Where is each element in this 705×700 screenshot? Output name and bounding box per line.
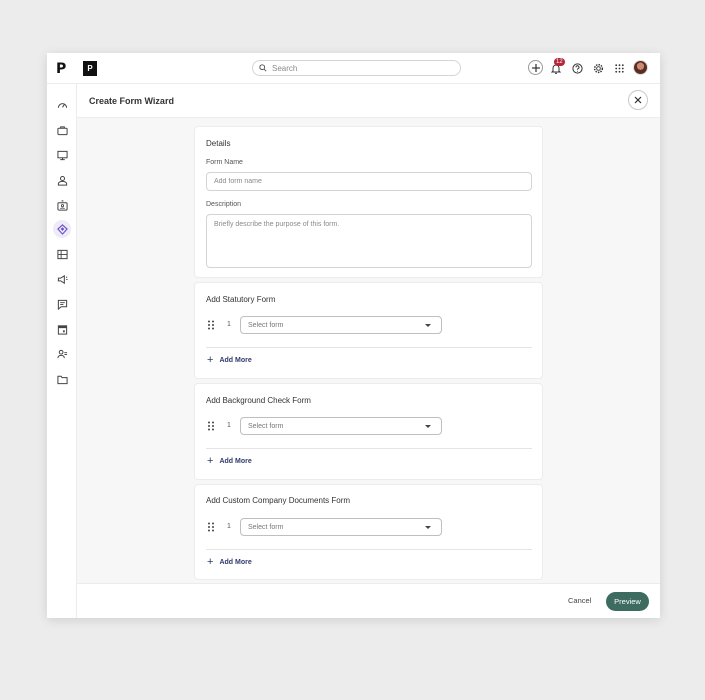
drag-handle-icon[interactable] <box>207 320 215 330</box>
plus-icon: + <box>207 556 214 568</box>
gear-icon <box>593 63 603 73</box>
app-window: P P 12 <box>47 53 660 618</box>
apps-button[interactable] <box>612 61 626 75</box>
sidebar-item-messages[interactable] <box>53 295 71 313</box>
divider <box>206 448 532 449</box>
dashboard-icon <box>57 102 67 108</box>
select-placeholder: Select form <box>248 422 284 430</box>
forms-icon <box>56 223 68 235</box>
description-input[interactable] <box>206 214 532 268</box>
select-placeholder: Select form <box>248 321 284 329</box>
page-header: Create Form Wizard <box>77 84 660 118</box>
divider <box>206 549 532 550</box>
id-badge-icon <box>56 199 68 211</box>
select-placeholder: Select form <box>248 523 284 531</box>
drag-handle-icon[interactable] <box>207 421 215 431</box>
sidebar-item-folder[interactable] <box>53 370 71 388</box>
form-name-input[interactable] <box>206 172 532 191</box>
add-more-button[interactable]: + Add More <box>207 354 252 366</box>
select-form-dropdown[interactable]: Select form <box>240 417 442 435</box>
search-icon <box>259 64 267 72</box>
page-title: Create Form Wizard <box>89 96 174 106</box>
add-button[interactable] <box>528 60 543 75</box>
sidebar-item-people[interactable] <box>53 171 71 189</box>
settings-button[interactable] <box>591 61 605 75</box>
select-form-dropdown[interactable]: Select form <box>240 316 442 334</box>
help-icon <box>571 62 583 74</box>
team-icon <box>56 349 67 358</box>
description-label: Description <box>206 201 242 208</box>
form-name-label: Form Name <box>206 159 243 166</box>
close-icon <box>634 96 642 104</box>
plus-icon <box>531 63 540 72</box>
grid-icon <box>614 63 624 73</box>
plus-icon: + <box>207 354 214 366</box>
footer-bar: Cancel Preview <box>77 583 660 618</box>
section-title: Add Statutory Form <box>206 295 276 304</box>
section-title: Add Background Check Form <box>206 396 311 405</box>
row-number: 1 <box>227 321 231 328</box>
sidebar-item-screen[interactable] <box>53 146 71 164</box>
divider <box>206 347 532 348</box>
row-number: 1 <box>227 422 231 429</box>
user-avatar[interactable] <box>633 60 648 75</box>
section-title: Add Custom Company Documents Form <box>206 496 351 505</box>
sidebar-item-dashboard[interactable] <box>53 96 71 114</box>
chevron-down-icon <box>425 324 431 327</box>
add-more-label: Add More <box>219 457 252 465</box>
custom-company-documents-card: Add Custom Company Documents Form 1 Sele… <box>194 484 543 580</box>
sidebar-item-table[interactable] <box>53 245 71 263</box>
cancel-button[interactable]: Cancel <box>568 596 591 605</box>
table-icon <box>56 249 68 259</box>
app-logo[interactable]: P <box>56 61 66 77</box>
calendar-icon <box>57 324 67 335</box>
person-icon <box>57 175 67 186</box>
drag-handle-icon[interactable] <box>207 522 215 532</box>
company-logo[interactable]: P <box>83 61 97 76</box>
sidebar-item-calendar[interactable] <box>53 320 71 338</box>
row-number: 1 <box>227 523 231 530</box>
notification-badge: 12 <box>554 58 565 66</box>
add-more-button[interactable]: + Add More <box>207 455 252 467</box>
sidebar-item-badge[interactable] <box>53 196 71 214</box>
preview-button[interactable]: Preview <box>606 592 649 611</box>
top-bar: P P 12 <box>47 53 660 84</box>
plus-icon: + <box>207 455 214 467</box>
add-more-label: Add More <box>219 356 252 364</box>
close-button[interactable] <box>628 90 648 110</box>
search-box[interactable] <box>252 60 461 76</box>
monitor-icon <box>56 150 68 160</box>
details-card: Details Form Name Description <box>194 126 543 278</box>
background-check-form-card: Add Background Check Form 1 Select form … <box>194 383 543 480</box>
add-more-button[interactable]: + Add More <box>207 556 252 568</box>
sidebar-item-announcements[interactable] <box>53 270 71 288</box>
chevron-down-icon <box>425 526 431 529</box>
help-button[interactable] <box>570 61 584 75</box>
select-form-dropdown[interactable]: Select form <box>240 518 442 536</box>
statutory-form-card: Add Statutory Form 1 Select form + Add M… <box>194 282 543 379</box>
sidebar-item-jobs[interactable] <box>53 121 71 139</box>
form-content: Details Form Name Description Add Statut… <box>77 118 660 583</box>
sidebar-item-forms[interactable] <box>53 220 71 238</box>
sidebar-item-team[interactable] <box>53 345 71 363</box>
chat-icon <box>57 299 67 310</box>
briefcase-icon <box>56 125 68 135</box>
details-title: Details <box>206 139 231 148</box>
chevron-down-icon <box>425 425 431 428</box>
add-more-label: Add More <box>219 558 252 566</box>
folder-icon <box>56 375 68 384</box>
sidebar <box>47 84 77 618</box>
megaphone-icon <box>57 274 68 284</box>
search-input[interactable] <box>272 63 452 73</box>
